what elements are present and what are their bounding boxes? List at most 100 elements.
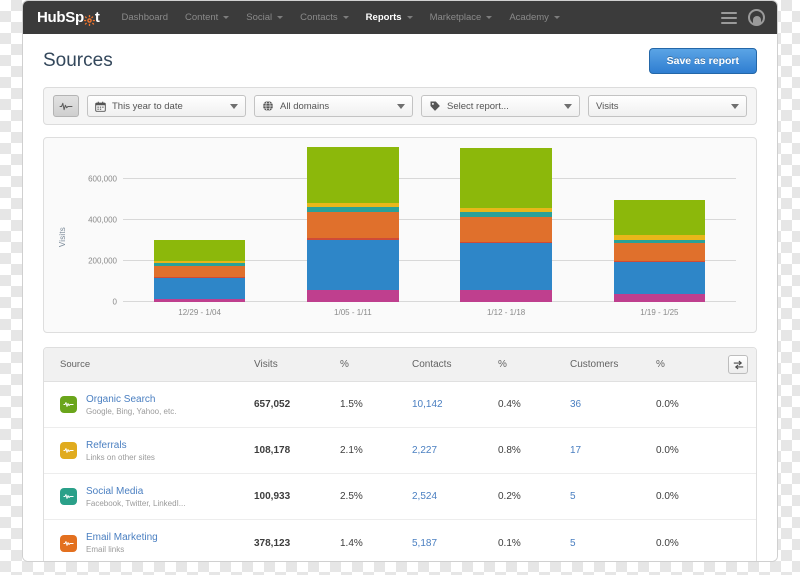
waveform-icon xyxy=(60,488,77,505)
column-header-contacts[interactable]: Contacts xyxy=(412,359,498,370)
y-axis-title: Visits xyxy=(58,227,67,247)
source-name-link[interactable]: Organic Search xyxy=(86,394,176,405)
customers-value[interactable]: 5 xyxy=(570,491,656,502)
source-text: Organic Search Google, Bing, Yahoo, etc. xyxy=(86,394,176,416)
chart-view-toggle-button[interactable] xyxy=(53,95,79,117)
stacked-bar[interactable] xyxy=(460,148,552,302)
bar-segment-other-campaigns[interactable] xyxy=(614,200,706,235)
nav-item-reports[interactable]: Reports xyxy=(366,12,413,23)
x-axis-tick-label: 12/29 - 1/04 xyxy=(178,308,221,317)
customers-value[interactable]: 5 xyxy=(570,538,656,549)
stacked-bar[interactable] xyxy=(614,200,706,302)
column-settings-icon[interactable] xyxy=(728,355,748,374)
table-row[interactable]: Organic Search Google, Bing, Yahoo, etc.… xyxy=(44,382,756,428)
source-name-link[interactable]: Email Marketing xyxy=(86,532,158,543)
bar-segment-other-campaigns[interactable] xyxy=(154,240,246,261)
nav-item-marketplace[interactable]: Marketplace xyxy=(430,12,493,23)
bar-segment-referrals[interactable] xyxy=(614,243,706,260)
nav-items: Dashboard Content Social Contacts Report… xyxy=(122,12,721,23)
table-row[interactable]: Referrals Links on other sites 108,178 2… xyxy=(44,428,756,474)
source-name-link[interactable]: Referrals xyxy=(86,440,155,451)
app-window: HubSp t xyxy=(22,0,778,562)
contacts-value[interactable]: 2,524 xyxy=(412,491,498,502)
column-header-source[interactable]: Source xyxy=(44,359,254,370)
source-text: Referrals Links on other sites xyxy=(86,440,155,462)
x-axis-tick-label: 1/05 - 1/11 xyxy=(334,308,372,317)
bar-segment-referrals[interactable] xyxy=(154,266,246,278)
nav-item-dashboard[interactable]: Dashboard xyxy=(122,12,168,23)
waveform-icon xyxy=(60,396,77,413)
source-text: Social Media Facebook, Twitter, LinkedI.… xyxy=(86,486,185,508)
column-header-visits[interactable]: Visits xyxy=(254,359,340,370)
visits-percent: 2.5% xyxy=(340,491,412,502)
bar-column[interactable]: 1/05 - 1/11 xyxy=(285,158,420,302)
nav-item-contacts[interactable]: Contacts xyxy=(300,12,349,23)
contacts-value[interactable]: 2,227 xyxy=(412,445,498,456)
source-cell: Referrals Links on other sites xyxy=(44,440,254,462)
bar-segment-organic-search[interactable] xyxy=(307,240,399,289)
bar-segment-organic-search[interactable] xyxy=(614,262,706,295)
page-header: Sources Save as report xyxy=(43,48,757,74)
hamburger-icon[interactable] xyxy=(721,12,737,24)
contacts-value[interactable]: 5,187 xyxy=(412,538,498,549)
hubspot-logo[interactable]: HubSp t xyxy=(37,9,100,26)
visits-percent: 1.5% xyxy=(340,399,412,410)
visits-percent: 2.1% xyxy=(340,445,412,456)
column-header-visits-pct[interactable]: % xyxy=(340,359,412,370)
customers-value[interactable]: 17 xyxy=(570,445,656,456)
source-description: Google, Bing, Yahoo, etc. xyxy=(86,407,176,416)
bar-segment-other-campaigns[interactable] xyxy=(460,148,552,208)
y-axis-tick-label: 200,000 xyxy=(88,256,117,265)
column-header-contacts-pct[interactable]: % xyxy=(498,359,570,370)
source-description: Facebook, Twitter, LinkedI... xyxy=(86,499,185,508)
customers-percent: 0.0% xyxy=(656,491,728,502)
waveform-icon xyxy=(60,535,77,552)
bar-segment-organic-search[interactable] xyxy=(460,243,552,290)
visits-value: 657,052 xyxy=(254,399,340,410)
domain-select[interactable]: All domains xyxy=(254,95,413,117)
bar-column[interactable]: 1/12 - 1/18 xyxy=(439,158,574,302)
bar-segment-referrals[interactable] xyxy=(307,212,399,238)
stacked-bar[interactable] xyxy=(307,147,399,302)
bar-segment-other-campaigns[interactable] xyxy=(307,147,399,203)
bar-segment-paid-search[interactable] xyxy=(154,299,246,302)
nav-item-academy[interactable]: Academy xyxy=(509,12,560,23)
domain-value: All domains xyxy=(280,101,391,112)
source-cell: Organic Search Google, Bing, Yahoo, etc. xyxy=(44,394,254,416)
column-header-customers[interactable]: Customers xyxy=(570,359,656,370)
logo-text-primary: HubSp xyxy=(37,9,84,26)
bar-column[interactable]: 1/19 - 1/25 xyxy=(592,158,727,302)
page-content: Sources Save as report xyxy=(23,34,777,562)
table-row[interactable]: Email Marketing Email links 378,123 1.4%… xyxy=(44,520,756,562)
bar-segment-paid-search[interactable] xyxy=(614,294,706,302)
column-header-customers-pct[interactable]: % xyxy=(656,359,728,370)
bar-segment-referrals[interactable] xyxy=(460,217,552,242)
customers-percent: 0.0% xyxy=(656,445,728,456)
save-as-report-button[interactable]: Save as report xyxy=(649,48,757,74)
contacts-percent: 0.4% xyxy=(498,399,570,410)
source-name-link[interactable]: Social Media xyxy=(86,486,185,497)
customers-value[interactable]: 36 xyxy=(570,399,656,410)
stacked-bar[interactable] xyxy=(154,240,246,302)
column-settings-cell xyxy=(728,355,757,374)
bar-segment-organic-search[interactable] xyxy=(154,278,246,299)
nav-item-content[interactable]: Content xyxy=(185,12,229,23)
nav-item-social[interactable]: Social xyxy=(246,12,283,23)
visits-value: 378,123 xyxy=(254,538,340,549)
date-range-value: This year to date xyxy=(112,101,224,112)
source-cell: Email Marketing Email links xyxy=(44,532,254,554)
source-description: Email links xyxy=(86,545,158,554)
bar-segment-paid-search[interactable] xyxy=(460,290,552,302)
metric-select[interactable]: Visits xyxy=(588,95,747,117)
metric-value: Visits xyxy=(596,101,725,112)
visits-percent: 1.4% xyxy=(340,538,412,549)
table-row[interactable]: Social Media Facebook, Twitter, LinkedI.… xyxy=(44,474,756,520)
bar-column[interactable]: 12/29 - 1/04 xyxy=(132,158,267,302)
contacts-value[interactable]: 10,142 xyxy=(412,399,498,410)
headset-avatar-icon[interactable] xyxy=(748,9,765,26)
date-range-select[interactable]: This year to date xyxy=(87,95,246,117)
report-select[interactable]: Select report... xyxy=(421,95,580,117)
bar-series: 12/29 - 1/041/05 - 1/111/12 - 1/181/19 -… xyxy=(123,158,736,302)
bar-segment-paid-search[interactable] xyxy=(307,290,399,302)
chevron-down-icon xyxy=(731,104,739,109)
